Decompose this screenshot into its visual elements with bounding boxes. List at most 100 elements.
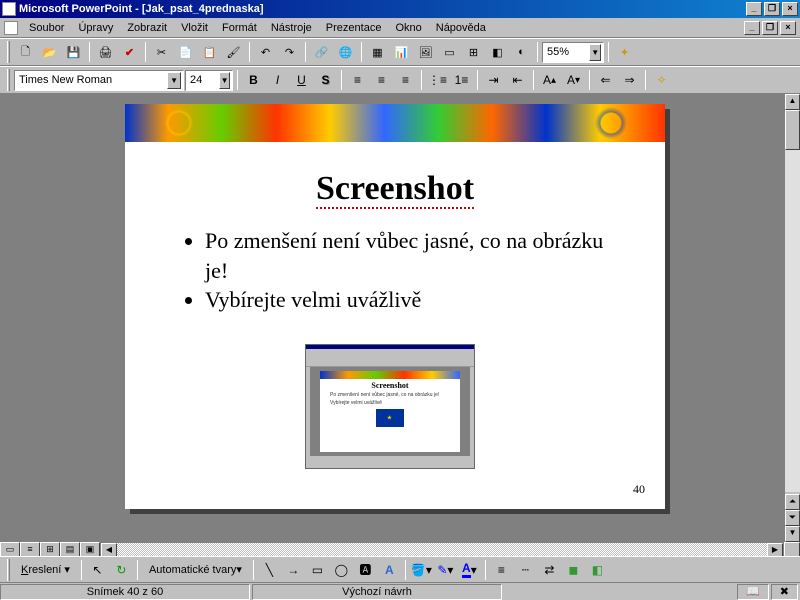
menu-okno[interactable]: Okno — [388, 20, 428, 36]
slide-title[interactable]: Screenshot — [125, 170, 665, 208]
mdi-icon — [4, 21, 18, 35]
dropdown-icon[interactable]: ▼ — [167, 72, 181, 89]
redo-button[interactable]: ↷ — [278, 41, 301, 63]
autoshapes-button[interactable]: Automatické tvary ▾ — [142, 559, 249, 581]
insert-chart-button[interactable]: 📊 — [390, 41, 413, 63]
shadow-style-button[interactable]: ◼ — [562, 559, 585, 581]
hyperlink-button[interactable]: 🔗 — [310, 41, 333, 63]
bw-view-button[interactable]: ◐ — [510, 41, 533, 63]
new-button[interactable]: 🗋 — [14, 41, 37, 63]
font-input[interactable] — [19, 74, 165, 86]
print-button[interactable]: 🖨 — [94, 41, 117, 63]
rectangle-button[interactable]: ▭ — [306, 559, 329, 581]
mdi-restore-button[interactable]: ❐ — [762, 21, 778, 35]
slide-layout-button[interactable]: ⊞ — [462, 41, 485, 63]
maximize-button[interactable]: ❐ — [764, 2, 780, 16]
line-color-button[interactable]: ✎▾ — [434, 559, 457, 581]
font-combo[interactable]: ▼ — [14, 70, 184, 91]
increase-font-button[interactable]: A▴ — [538, 69, 561, 91]
next-slide-button[interactable]: ⏷ — [785, 510, 800, 526]
shadow-button[interactable]: S — [314, 69, 337, 91]
paste-button[interactable]: 📋 — [198, 41, 221, 63]
slide[interactable]: Screenshot Po zmenšení není vůbec jasné,… — [125, 104, 665, 509]
wordart-button[interactable]: A — [378, 559, 401, 581]
minimize-button[interactable]: _ — [746, 2, 762, 16]
dash-style-button[interactable]: ┄ — [514, 559, 537, 581]
scroll-right-button[interactable]: ▶ — [767, 543, 783, 557]
zoom-input[interactable] — [547, 46, 587, 58]
new-slide-button[interactable]: ▭ — [438, 41, 461, 63]
prev-slide-button[interactable]: ⏶ — [785, 494, 800, 510]
status-icon-2[interactable]: ✖ — [771, 584, 798, 600]
open-button[interactable]: 📂 — [38, 41, 61, 63]
menu-prezentace[interactable]: Prezentace — [319, 20, 389, 36]
copy-button[interactable]: 📄 — [174, 41, 197, 63]
grip-icon[interactable] — [7, 559, 10, 581]
zoom-combo[interactable]: ▼ — [542, 42, 604, 63]
menu-soubor[interactable]: Soubor — [22, 20, 71, 36]
bullet-1: Po zmenšení není vůbec jasné, co na obrá… — [205, 226, 605, 285]
format-painter-button[interactable]: 🖌 — [222, 41, 245, 63]
dropdown-icon[interactable]: ▼ — [589, 44, 601, 61]
fontsize-input[interactable] — [190, 74, 217, 86]
dropdown-icon[interactable]: ▼ — [219, 72, 230, 89]
scroll-track[interactable] — [785, 110, 800, 492]
mini-bullet-2: Vybírejte velmi uvážlivě — [330, 400, 450, 406]
bullets-button[interactable]: ⋮≡ — [426, 69, 449, 91]
web-toolbar-button[interactable]: 🌐 — [334, 41, 357, 63]
arrow-button[interactable]: → — [282, 559, 305, 581]
apply-design-button[interactable]: ◧ — [486, 41, 509, 63]
scroll-up-button[interactable]: ▲ — [785, 94, 800, 110]
scroll-thumb[interactable] — [785, 110, 800, 150]
help-assistant-button[interactable]: ✦ — [613, 41, 636, 63]
mdi-minimize-button[interactable]: _ — [744, 21, 760, 35]
align-center-button[interactable]: ≡ — [370, 69, 393, 91]
insert-clipart-button[interactable]: 🖼 — [414, 41, 437, 63]
fill-color-button[interactable]: 🪣▾ — [410, 559, 433, 581]
grip-icon[interactable] — [7, 41, 10, 63]
menu-nastroje[interactable]: Nástroje — [264, 20, 319, 36]
select-objects-button[interactable]: ↖ — [86, 559, 109, 581]
textbox-button[interactable]: 🅰 — [354, 559, 377, 581]
underline-button[interactable]: U — [290, 69, 313, 91]
bold-button[interactable]: B — [242, 69, 265, 91]
align-right-button[interactable]: ≡ — [394, 69, 417, 91]
menu-upravy[interactable]: Úpravy — [71, 20, 120, 36]
embedded-screenshot[interactable]: Screenshot Po zmenšení není vůbec jasné,… — [305, 344, 475, 469]
scroll-left-button[interactable]: ◀ — [101, 543, 117, 557]
oval-button[interactable]: ◯ — [330, 559, 353, 581]
line-button[interactable]: ╲ — [258, 559, 281, 581]
cut-button[interactable]: ✂ — [150, 41, 173, 63]
align-left-button[interactable]: ≡ — [346, 69, 369, 91]
menu-zobrazit[interactable]: Zobrazit — [120, 20, 174, 36]
scroll-down-button[interactable]: ▼ — [785, 526, 800, 542]
draw-menu-button[interactable]: KKresleníreslení ▾ — [14, 559, 77, 581]
status-icon-1[interactable]: 📖 — [737, 584, 769, 600]
grip-icon[interactable] — [7, 69, 10, 91]
animation-effects-button[interactable]: ✧ — [650, 69, 673, 91]
italic-button[interactable]: I — [266, 69, 289, 91]
fontsize-combo[interactable]: ▼ — [185, 70, 233, 91]
numbering-button[interactable]: 1≡ — [450, 69, 473, 91]
vertical-scrollbar[interactable]: ▲ ⏶ ⏷ ▼ — [784, 94, 800, 542]
mdi-close-button[interactable]: × — [780, 21, 796, 35]
decrease-font-button[interactable]: A▾ — [562, 69, 585, 91]
menu-napoveda[interactable]: Nápověda — [429, 20, 493, 36]
3d-style-button[interactable]: ◧ — [586, 559, 609, 581]
save-button[interactable]: 💾 — [62, 41, 85, 63]
promote-button[interactable]: ⇐ — [594, 69, 617, 91]
undo-button[interactable]: ↶ — [254, 41, 277, 63]
decrease-indent-button[interactable]: ⇤ — [506, 69, 529, 91]
font-color-button[interactable]: A▾ — [458, 559, 481, 581]
slide-body[interactable]: Po zmenšení není vůbec jasné, co na obrá… — [205, 226, 605, 315]
increase-indent-button[interactable]: ⇥ — [482, 69, 505, 91]
arrow-style-button[interactable]: ⇄ — [538, 559, 561, 581]
spellcheck-button[interactable]: ✔ — [118, 41, 141, 63]
demote-button[interactable]: ⇒ — [618, 69, 641, 91]
insert-table-button[interactable]: ▦ — [366, 41, 389, 63]
menu-format[interactable]: Formát — [215, 20, 264, 36]
menu-vlozit[interactable]: Vložit — [174, 20, 215, 36]
close-button[interactable]: × — [782, 2, 798, 16]
line-style-button[interactable]: ≡ — [490, 559, 513, 581]
rotate-button[interactable]: ↻ — [110, 559, 133, 581]
